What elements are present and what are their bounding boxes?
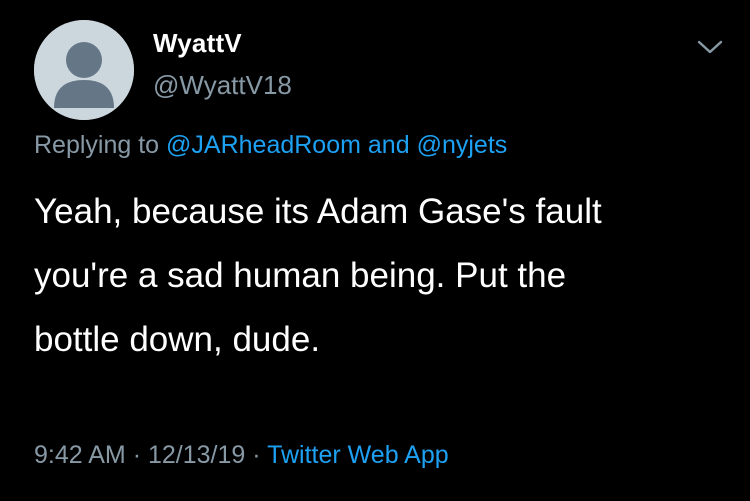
mention-link-nyjets[interactable]: @nyjets [417,131,508,159]
tweet-date[interactable]: 12/13/19 [148,441,245,469]
chevron-down-icon[interactable] [695,36,725,58]
tweet-text-line: bottle down, dude. [34,320,321,359]
meta-separator: · [252,441,261,469]
tweet-text-line: you're a sad human being. Put the [34,256,567,295]
tweet-time[interactable]: 9:42 AM [34,441,126,469]
tweet-text-line: Yeah, because its Adam Gase's fault [34,192,602,231]
tweet-text: Yeah, because its Adam Gase's fault you'… [34,180,714,372]
tweet-meta: 9:42 AM · 12/13/19 · Twitter Web App [34,441,449,470]
author-name[interactable]: WyattV [153,28,242,59]
replying-to-and[interactable]: and [368,131,410,159]
mention-link-jarheadroom[interactable]: @JARheadRoom [166,131,361,159]
meta-separator: · [132,441,142,469]
tweet: WyattV @WyattV18 Replying to @JARheadRoo… [0,0,750,501]
tweet-source-link[interactable]: Twitter Web App [267,441,449,469]
replying-to: Replying to @JARheadRoom and @nyjets [34,131,507,160]
replying-to-label: Replying to [34,131,160,159]
author-handle[interactable]: @WyattV18 [153,70,292,101]
default-avatar-icon[interactable] [34,20,134,120]
